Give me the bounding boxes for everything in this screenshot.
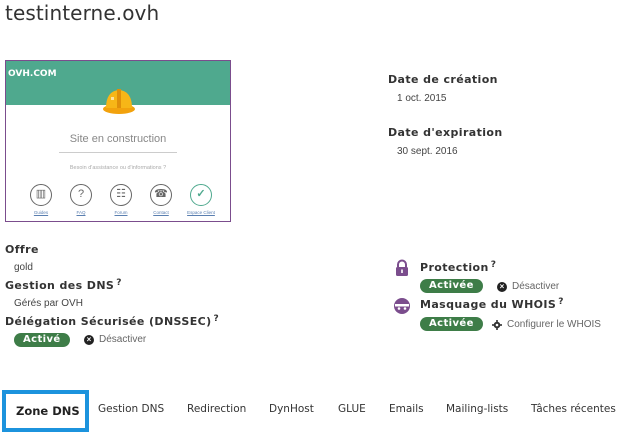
protection-label: Protection? bbox=[420, 260, 497, 274]
preview-forum: ☷ Forum bbox=[106, 184, 136, 216]
dnssec-status-badge: Activé bbox=[14, 333, 70, 347]
tab-redirection[interactable]: Redirection bbox=[187, 390, 246, 432]
expiration-date-value: 30 sept. 2016 bbox=[397, 146, 458, 157]
site-preview[interactable]: OVH.COM Site en construction Besoin d'as… bbox=[5, 60, 231, 222]
dns-management-label: Gestion des DNS? bbox=[5, 278, 122, 292]
tab-glue[interactable]: GLUE bbox=[338, 390, 366, 432]
preview-title: Site en construction bbox=[69, 133, 167, 145]
forum-icon: ☷ bbox=[110, 184, 132, 206]
preview-faq: ? FAQ bbox=[66, 184, 96, 216]
dnssec-label: Délégation Sécurisée (DNSSEC)? bbox=[5, 314, 220, 328]
preview-contact: ☎ Contact bbox=[146, 184, 176, 216]
protection-label-text: Protection bbox=[420, 261, 489, 274]
preview-contact-label: Contact bbox=[153, 210, 169, 215]
tab-emails[interactable]: Emails bbox=[389, 390, 424, 432]
domain-title: testinterne.ovh bbox=[5, 1, 160, 25]
preview-header: OVH.COM bbox=[6, 61, 230, 114]
whois-configure-label: Configurer le WHOIS bbox=[507, 319, 601, 330]
preview-forum-label: Forum bbox=[114, 210, 128, 215]
whois-status-badge: Activée bbox=[420, 317, 483, 331]
protection-help-icon[interactable]: ? bbox=[491, 260, 497, 270]
lock-icon bbox=[396, 259, 408, 276]
dnssec-label-text: Délégation Sécurisée (DNSSEC) bbox=[5, 315, 212, 328]
dnssec-disable-link[interactable]: × Désactiver bbox=[84, 334, 146, 345]
dns-management-help-icon[interactable]: ? bbox=[116, 278, 122, 288]
preview-brand: OVH.COM bbox=[8, 69, 57, 79]
creation-date-value: 1 oct. 2015 bbox=[397, 93, 447, 104]
preview-icon-row: ▥ Guides ? FAQ ☷ Forum ☎ Contact ✓ Espac… bbox=[26, 184, 216, 216]
tab-mailing-lists[interactable]: Mailing-lists bbox=[446, 390, 508, 432]
creation-date-label: Date de création bbox=[388, 73, 498, 86]
protection-disable-label: Désactiver bbox=[512, 281, 560, 292]
expiration-date-label: Date d'expiration bbox=[388, 126, 503, 139]
guides-icon: ▥ bbox=[30, 184, 52, 206]
contact-icon: ☎ bbox=[150, 184, 172, 206]
whois-mask-icon bbox=[394, 298, 410, 314]
preview-guides-label: Guides bbox=[33, 210, 49, 215]
hard-hat-icon bbox=[103, 89, 135, 114]
offer-label: Offre bbox=[5, 243, 39, 256]
preview-faq-label: FAQ bbox=[76, 210, 86, 215]
faq-icon: ? bbox=[70, 184, 92, 206]
gear-icon bbox=[492, 319, 502, 330]
preview-guides: ▥ Guides bbox=[26, 184, 56, 216]
tab-gestion-dns[interactable]: Gestion DNS bbox=[98, 390, 164, 432]
dns-management-value: Gérés par OVH bbox=[14, 298, 83, 309]
whois-label: Masquage du WHOIS? bbox=[420, 297, 564, 311]
preview-espace-client-label: Espace Client bbox=[187, 210, 215, 215]
protection-disable-link[interactable]: × Désactiver bbox=[497, 281, 559, 292]
tab-dynhost[interactable]: DynHost bbox=[269, 390, 314, 432]
dnssec-help-icon[interactable]: ? bbox=[214, 314, 220, 324]
espace-client-icon: ✓ bbox=[190, 184, 212, 206]
tab-zone-dns[interactable]: Zone DNS bbox=[2, 390, 89, 432]
preview-divider bbox=[59, 152, 177, 153]
disable-icon: × bbox=[84, 334, 94, 345]
whois-help-icon[interactable]: ? bbox=[558, 297, 564, 307]
protection-status-badge: Activée bbox=[420, 279, 483, 293]
tab-taches-recentes[interactable]: Tâches récentes bbox=[531, 390, 616, 432]
offer-value: gold bbox=[14, 262, 33, 273]
disable-icon: × bbox=[497, 281, 507, 292]
domain-tabs: Zone DNS Gestion DNS Redirection DynHost… bbox=[0, 390, 637, 434]
dnssec-disable-label: Désactiver bbox=[99, 334, 147, 345]
preview-espace-client: ✓ Espace Client bbox=[186, 184, 216, 216]
whois-configure-link[interactable]: Configurer le WHOIS bbox=[492, 319, 601, 330]
preview-help-text: Besoin d'assistance ou d'informations ? bbox=[69, 165, 167, 171]
whois-label-text: Masquage du WHOIS bbox=[420, 298, 557, 311]
dns-management-label-text: Gestion des DNS bbox=[5, 279, 115, 292]
